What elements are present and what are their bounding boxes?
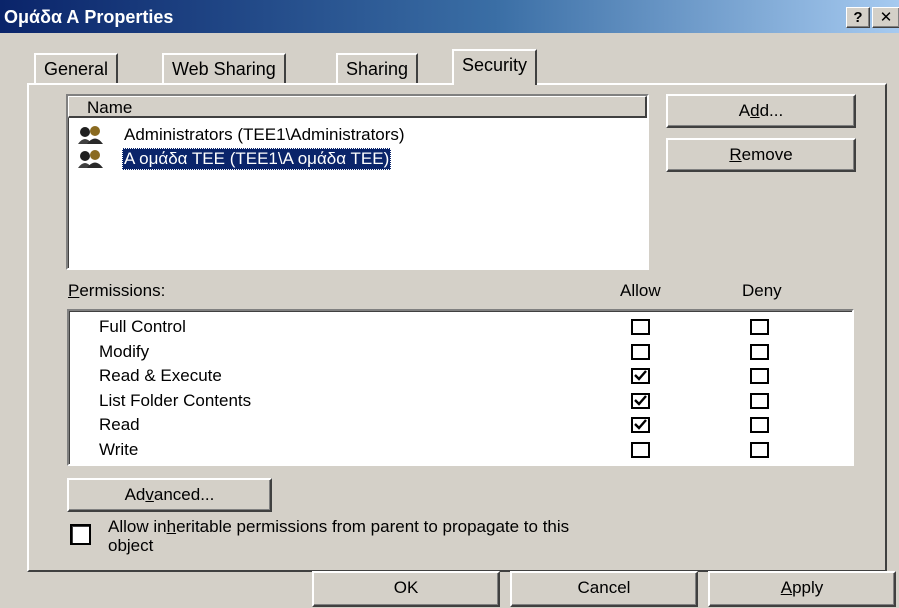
help-button[interactable]: ? [846, 7, 870, 28]
permission-name: List Folder Contents [99, 390, 252, 410]
allow-checkbox[interactable] [631, 343, 650, 360]
close-button[interactable]: ✕ [872, 7, 899, 28]
user-label: Administrators (TEE1\Administrators) [124, 125, 405, 144]
tab-sharing[interactable]: Sharing [336, 53, 419, 83]
permission-name: Read & Execute [99, 366, 222, 385]
column-header-label: Name [87, 98, 133, 117]
allow-checkbox[interactable] [631, 368, 650, 384]
deny-checkbox[interactable] [750, 343, 769, 360]
title-bar: Ομάδα Α Properties ? ✕ [0, 0, 899, 33]
deny-header: Deny [742, 281, 782, 300]
allow-header: Allow [620, 281, 661, 300]
deny-checkbox[interactable] [750, 368, 769, 384]
ok-button[interactable]: OK [312, 571, 500, 607]
add-button[interactable]: Add... [666, 94, 856, 128]
remove-button[interactable]: Remove [666, 138, 856, 172]
cancel-button[interactable]: Cancel [510, 571, 698, 607]
allow-checkbox[interactable] [631, 319, 650, 335]
users-list[interactable]: Name Administrators (TEE1\Administrators… [66, 94, 649, 270]
permission-name: Read [99, 415, 140, 434]
tab-security[interactable]: Security [452, 49, 538, 85]
user-label: Α ομάδα ΤΕΕ (TEE1\Α ομάδα ΤΕΕ) [122, 148, 392, 170]
deny-checkbox[interactable] [750, 392, 769, 409]
permissions-label: Permissions: [68, 281, 166, 300]
allow-checkbox[interactable] [631, 417, 650, 433]
tab-web-sharing[interactable]: Web Sharing [162, 53, 286, 83]
window-title: Ομάδα Α Properties [4, 7, 174, 27]
permissions-list[interactable]: Full Control Modify Read & Execute List Fol… [67, 309, 854, 466]
permission-name: Write [99, 439, 139, 459]
group-icon [76, 150, 116, 168]
inherit-label: Allow inheritable permissions from paren… [108, 517, 570, 555]
tab-general[interactable]: General [34, 53, 119, 83]
group-icon [76, 126, 116, 144]
permission-name: Modify [99, 341, 150, 361]
deny-checkbox[interactable] [750, 417, 769, 433]
allow-checkbox[interactable] [631, 441, 650, 458]
inherit-checkbox[interactable] [70, 524, 91, 545]
deny-checkbox[interactable] [750, 441, 769, 458]
permission-name: Full Control [99, 317, 186, 336]
allow-checkbox[interactable] [631, 392, 650, 409]
column-header-name[interactable]: Name [68, 96, 647, 118]
deny-checkbox[interactable] [750, 319, 769, 335]
advanced-button[interactable]: Advanced... [67, 478, 272, 512]
apply-button[interactable]: Apply [708, 571, 896, 607]
